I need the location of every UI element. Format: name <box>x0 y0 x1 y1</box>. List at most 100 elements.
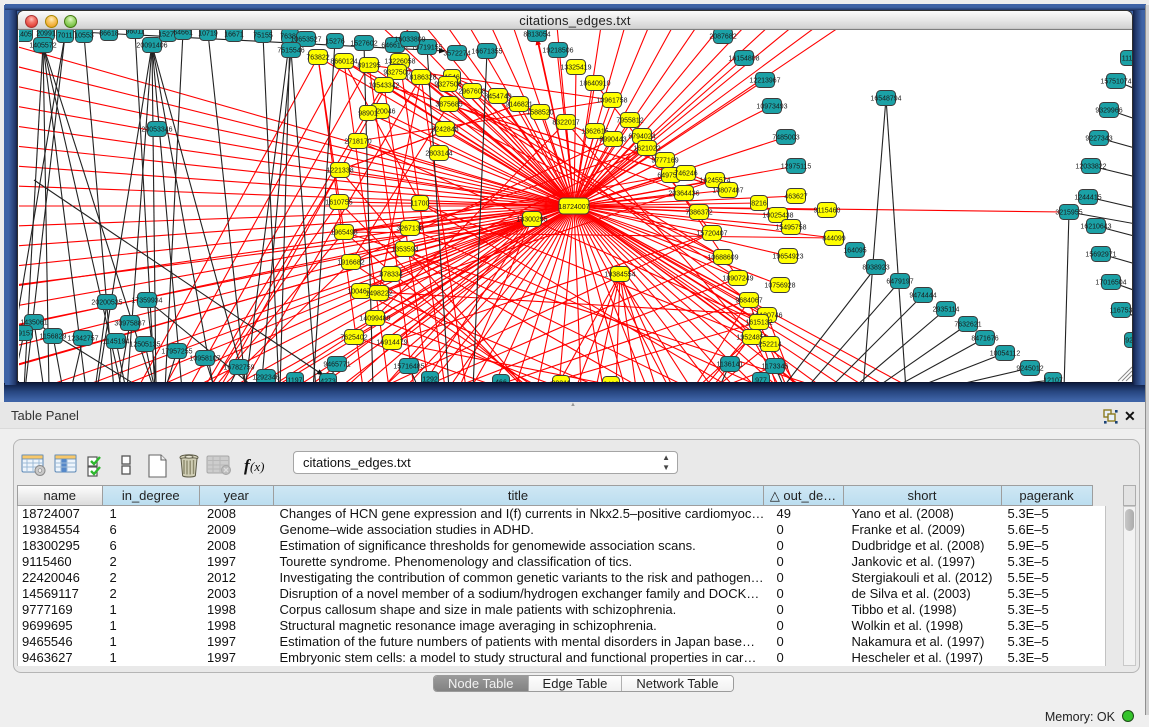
svg-text:18640910: 18640910 <box>579 81 610 88</box>
svg-text:2967608: 2967608 <box>458 89 485 96</box>
svg-text:8990443: 8990443 <box>599 137 626 144</box>
svg-text:9465771: 9465771 <box>323 362 350 369</box>
svg-text:1173346: 1173346 <box>762 364 789 371</box>
svg-text:12505135: 12505135 <box>129 342 160 349</box>
svg-text:3267130: 3267130 <box>396 226 423 233</box>
svg-text:1405572: 1405572 <box>29 43 56 50</box>
svg-text:8471676: 8471676 <box>971 336 998 343</box>
svg-text:15716485: 15716485 <box>393 364 424 371</box>
svg-text:18186328: 18186328 <box>405 75 436 82</box>
svg-text:16548794: 16548794 <box>870 96 901 103</box>
svg-text:16782759: 16782759 <box>223 365 254 372</box>
svg-text:16914479: 16914479 <box>376 340 407 347</box>
svg-text:878334: 878334 <box>379 272 402 279</box>
svg-text:164095: 164095 <box>843 248 866 255</box>
svg-text:7632621: 7632621 <box>954 322 981 329</box>
svg-text:8938923: 8938923 <box>862 265 889 272</box>
svg-text:15495758: 15495758 <box>775 225 806 232</box>
svg-text:10719: 10719 <box>198 31 218 38</box>
svg-text:86618: 86618 <box>99 31 119 38</box>
svg-text:2087682: 2087682 <box>709 34 736 41</box>
svg-text:16154808: 16154808 <box>728 56 759 63</box>
svg-text:3572274: 3572274 <box>443 51 470 58</box>
svg-text:12975115: 12975115 <box>781 164 812 171</box>
svg-text:20053346: 20053346 <box>141 127 172 134</box>
svg-text:90211: 90211 <box>552 381 571 383</box>
svg-text:12213967: 12213967 <box>749 78 780 85</box>
svg-text:8216: 8216 <box>751 201 767 208</box>
svg-text:12342757: 12342757 <box>67 336 98 343</box>
svg-text:16210643: 16210643 <box>1080 224 1111 231</box>
svg-text:10543342: 10543342 <box>368 83 399 90</box>
svg-text:19218506: 19218506 <box>542 48 573 55</box>
svg-text:8813054: 8813054 <box>523 32 550 39</box>
svg-text:1244415: 1244415 <box>1074 195 1101 202</box>
svg-text:16671: 16671 <box>224 32 244 39</box>
svg-text:6479197: 6479197 <box>886 279 913 286</box>
svg-text:891295: 891295 <box>357 63 380 70</box>
svg-text:17016504: 17016504 <box>1095 280 1126 287</box>
svg-text:10553: 10553 <box>74 33 94 40</box>
svg-text:1292346: 1292346 <box>252 375 279 382</box>
svg-text:16033809: 16033809 <box>394 37 425 44</box>
svg-text:8660124: 8660124 <box>330 59 357 66</box>
svg-text:7386372: 7386372 <box>685 210 712 217</box>
svg-text:19384554: 19384554 <box>604 272 635 279</box>
svg-text:9245012: 9245012 <box>1016 366 1043 373</box>
svg-text:2718170: 2718170 <box>344 139 371 146</box>
svg-text:1156829: 1156829 <box>40 334 67 341</box>
svg-text:30975887: 30975887 <box>114 321 145 328</box>
svg-text:10961758: 10961758 <box>596 98 627 105</box>
svg-text:1965498: 1965498 <box>330 230 357 237</box>
svg-text:1621022: 1621022 <box>633 146 660 153</box>
svg-text:18300295: 18300295 <box>516 217 547 224</box>
svg-text:20991: 20991 <box>36 31 56 38</box>
svg-text:15276: 15276 <box>325 39 345 46</box>
svg-text:8322017: 8322017 <box>552 120 579 127</box>
svg-text:20091406: 20091406 <box>136 43 167 50</box>
svg-text:3215955: 3215955 <box>1055 210 1082 217</box>
svg-text:6794024: 6794024 <box>628 134 655 141</box>
svg-text:463627: 463627 <box>784 194 807 201</box>
svg-text:3875685: 3875685 <box>435 102 462 109</box>
svg-text:1117: 1117 <box>1122 56 1132 63</box>
svg-text:9327508: 9327508 <box>434 82 461 89</box>
svg-text:1136141: 1136141 <box>717 362 744 369</box>
svg-text:10025438: 10025438 <box>762 213 793 220</box>
svg-text:8454749: 8454749 <box>484 94 511 101</box>
svg-text:7485003: 7485003 <box>772 135 799 142</box>
svg-text:9242848: 9242848 <box>431 127 458 134</box>
svg-text:1527602: 1527602 <box>350 41 377 48</box>
svg-text:75155: 75155 <box>253 33 273 40</box>
svg-text:1916682: 1916682 <box>337 260 364 267</box>
svg-text:(x): (x) <box>250 459 264 474</box>
svg-text:9146821: 9146821 <box>505 102 532 109</box>
svg-text:116753: 116753 <box>1110 308 1132 315</box>
svg-text:12033822: 12033822 <box>1075 164 1106 171</box>
svg-text:7515546: 7515546 <box>277 48 304 55</box>
svg-text:20364436: 20364436 <box>668 191 699 198</box>
svg-text:11700: 11700 <box>411 201 430 208</box>
svg-text:9684067: 9684067 <box>735 298 762 305</box>
svg-text:1353594: 1353594 <box>391 247 418 254</box>
svg-text:9329966: 9329966 <box>1095 108 1122 115</box>
svg-text:14099489: 14099489 <box>359 316 390 323</box>
svg-text:1145194: 1145194 <box>103 339 130 346</box>
svg-text:19654923: 19654923 <box>772 254 803 261</box>
svg-text:1588520: 1588520 <box>526 110 553 117</box>
svg-text:9777169: 9777169 <box>651 158 678 165</box>
svg-text:9227343: 9227343 <box>1085 136 1112 143</box>
svg-text:844099: 844099 <box>822 236 845 243</box>
svg-text:1221338: 1221338 <box>326 168 353 175</box>
svg-text:10973493: 10973493 <box>756 104 787 111</box>
svg-text:977: 977 <box>755 378 767 383</box>
svg-text:16671355: 16671355 <box>471 49 502 56</box>
svg-text:10756928: 10756928 <box>764 283 795 290</box>
svg-text:1292: 1292 <box>422 377 438 383</box>
svg-text:39157: 39157 <box>19 331 34 338</box>
svg-text:7011: 7011 <box>57 33 72 40</box>
svg-text:17957255: 17957255 <box>161 349 192 356</box>
svg-text:15751074: 15751074 <box>1100 79 1131 86</box>
svg-text:9115460: 9115460 <box>814 208 841 215</box>
svg-text:763822: 763822 <box>306 55 329 62</box>
